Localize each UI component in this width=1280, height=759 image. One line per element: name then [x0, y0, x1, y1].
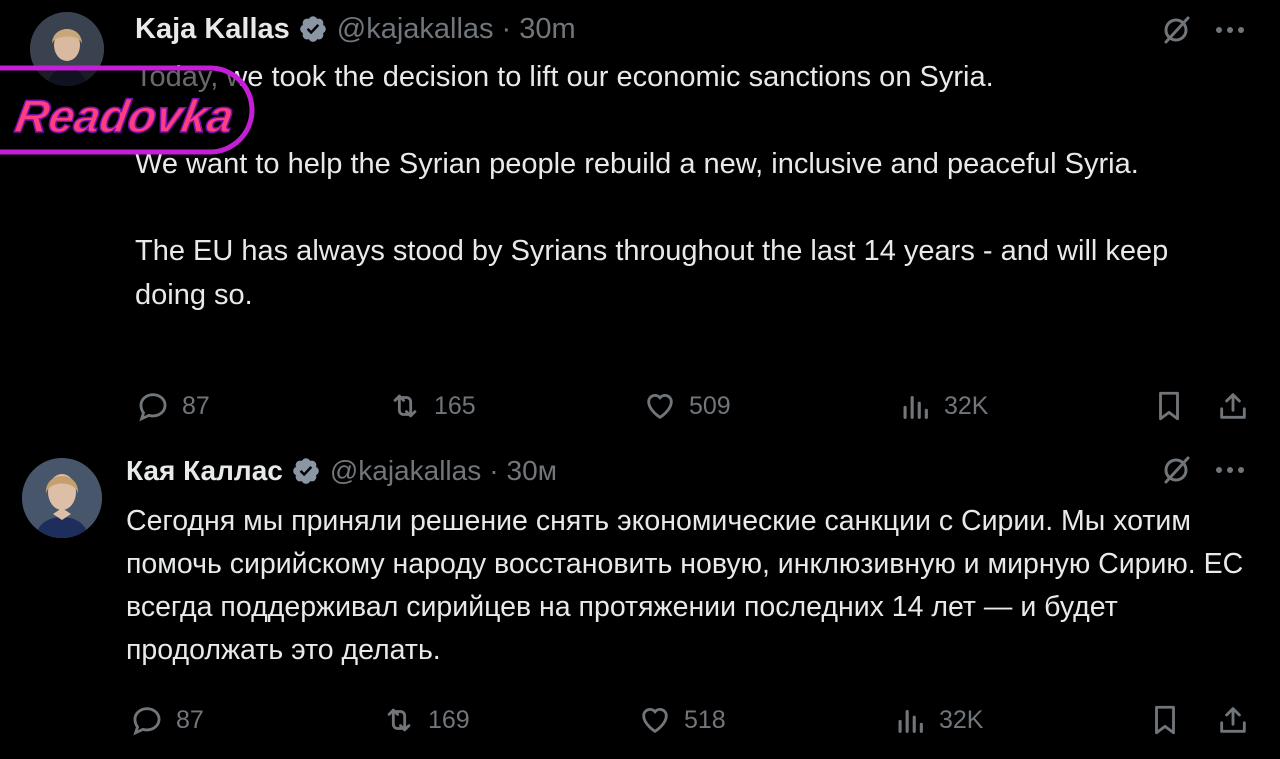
share-icon	[1220, 707, 1246, 733]
repost-button[interactable]: 165	[388, 386, 476, 426]
like-button[interactable]: 518	[638, 700, 726, 740]
watermark-text: Readovka	[12, 90, 238, 142]
bookmark-button[interactable]	[1148, 700, 1182, 740]
author-name[interactable]: Kaja Kallas	[135, 13, 290, 46]
views-icon	[903, 395, 928, 419]
timestamp[interactable]: 30м	[507, 455, 557, 487]
repost-count: 169	[428, 705, 470, 734]
repost-icon	[393, 394, 417, 418]
readovka-watermark: Readovka	[0, 60, 258, 160]
bookmark-icon	[1155, 705, 1175, 735]
timestamp[interactable]: 30m	[519, 13, 575, 46]
bookmark-button[interactable]	[1152, 386, 1186, 426]
action-bar: 87 165 509 32K	[0, 386, 1280, 426]
author-name[interactable]: Кая Каллас	[126, 455, 283, 487]
author-handle[interactable]: @kajakallas	[330, 455, 481, 487]
tweet-text: Today, we took the decision to lift our …	[135, 61, 1169, 311]
views-button[interactable]: 32K	[893, 700, 983, 740]
grok-icon[interactable]	[1158, 452, 1194, 488]
reply-button[interactable]: 87	[136, 386, 210, 426]
author-handle[interactable]: @kajakallas	[337, 13, 494, 46]
tweet-text: Сегодня мы приняли решение снять экономи…	[126, 505, 1252, 666]
views-count: 32K	[944, 391, 989, 420]
more-icon[interactable]	[1212, 452, 1248, 488]
views-count: 32K	[939, 705, 984, 734]
views-button[interactable]: 32K	[898, 386, 988, 426]
repost-button[interactable]: 169	[382, 700, 470, 740]
repost-count: 165	[434, 391, 476, 420]
verified-badge-icon[interactable]	[298, 14, 328, 44]
avatar-photo	[22, 458, 102, 538]
header-actions	[1158, 12, 1248, 48]
like-button[interactable]: 509	[643, 386, 731, 426]
like-icon	[642, 708, 668, 734]
watermark-logo: Readovka	[0, 65, 255, 155]
reply-button[interactable]: 87	[130, 700, 204, 740]
separator: ·	[489, 455, 499, 486]
avatar[interactable]	[22, 458, 102, 538]
separator: ·	[501, 12, 512, 45]
repost-icon	[387, 708, 411, 732]
bookmark-icon	[1159, 391, 1179, 421]
more-icon[interactable]	[1212, 12, 1248, 48]
tweet-header: Кая Каллас @kajakallas · 30м	[126, 452, 557, 490]
verified-badge-icon[interactable]	[291, 456, 321, 486]
like-icon	[647, 394, 673, 420]
share-button[interactable]	[1216, 700, 1250, 740]
reply-icon	[133, 707, 161, 736]
action-bar: 87 169 518 32K	[0, 700, 1280, 740]
tweet-russian[interactable]: Кая Каллас @kajakallas · 30м Сегодня мы …	[0, 440, 1280, 759]
tweet-header: Kaja Kallas @kajakallas · 30m	[135, 10, 576, 48]
reply-count: 87	[176, 705, 204, 734]
reply-icon	[139, 393, 167, 422]
header-actions-2	[1158, 452, 1248, 488]
grok-icon[interactable]	[1158, 12, 1194, 48]
like-count: 518	[684, 705, 726, 734]
like-count: 509	[689, 391, 731, 420]
share-icon	[1220, 393, 1246, 419]
views-icon	[898, 709, 923, 733]
reply-count: 87	[182, 391, 210, 420]
share-button[interactable]	[1216, 386, 1250, 426]
